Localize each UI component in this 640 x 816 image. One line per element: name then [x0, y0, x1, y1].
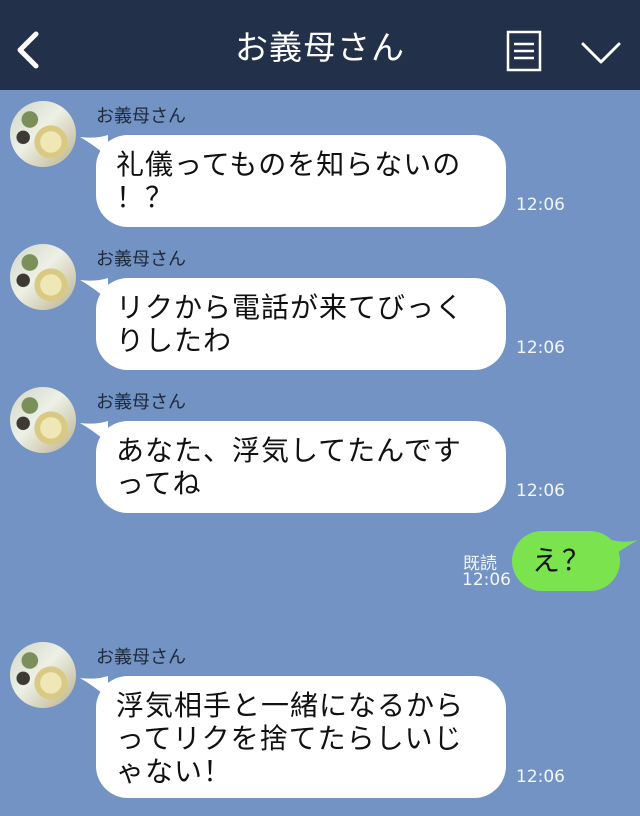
sender-name: お義母さん	[96, 106, 186, 127]
chat-title: お義母さん	[235, 28, 405, 67]
avatar[interactable]	[10, 642, 76, 708]
message-time: 12:06	[462, 570, 511, 590]
message-time: 12:06	[516, 767, 565, 787]
message-bubble[interactable]: あなた、浮気してたんです ってね	[96, 421, 506, 513]
sender-name: お義母さん	[96, 249, 186, 270]
message-bubble[interactable]: 礼儀ってものを知らないの ！？	[96, 135, 506, 227]
message-bubble[interactable]: リクから電話が来てびっく りしたわ	[96, 278, 506, 370]
document-menu-icon[interactable]	[506, 30, 542, 72]
avatar[interactable]	[10, 387, 76, 453]
sender-name: お義母さん	[96, 392, 186, 413]
chevron-down-icon[interactable]	[580, 40, 622, 66]
chat-header: お義母さん	[0, 0, 640, 90]
avatar[interactable]	[10, 101, 76, 167]
avatar[interactable]	[10, 244, 76, 310]
message-time: 12:06	[516, 338, 565, 358]
message-bubble[interactable]: え？	[512, 531, 620, 591]
message-time: 12:06	[516, 481, 565, 501]
sender-name: お義母さん	[96, 647, 186, 668]
message-time: 12:06	[516, 195, 565, 215]
message-bubble[interactable]: 浮気相手と一緒になるから ってリクを捨てたらしいじ ゃない！	[96, 676, 506, 798]
